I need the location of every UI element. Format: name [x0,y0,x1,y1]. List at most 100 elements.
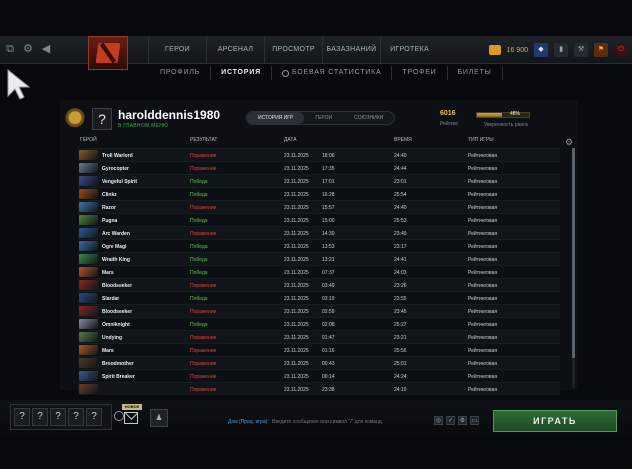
table-row[interactable]: Broodmother Поражение 23.11.2025 00:43 25:01… [78,356,560,369]
subnav-history[interactable]: ИСТОРИЯ [211,66,272,80]
table-row[interactable]: Поражение 23.11.2025 23:38 24:10 Рейтинговая [78,382,560,395]
hero-portrait-icon [79,150,98,160]
table-scrollbar-thumb[interactable] [572,148,575,358]
match-duration: 23:49 [394,231,407,237]
header-game-type[interactable]: ТИП ИГРЫ [468,137,494,143]
chat-window-icon[interactable]: ▭ [470,416,479,425]
table-row[interactable]: Slardar Победа 23.11.2025 03:19 23:55 Рейтинг… [78,291,560,304]
header-duration[interactable]: ВРЕМЯ [394,137,412,143]
notifications-icon[interactable]: ⚑ [594,43,608,57]
party-slots: ? ? ? ? ? [10,404,112,430]
match-clock: 17:01 [322,179,335,185]
nav-heroes[interactable]: ГЕРОИ [148,36,206,64]
party-slot[interactable]: ? [68,408,84,426]
friends-icon[interactable]: ▮ [554,43,568,57]
table-row[interactable]: Mars Победа 23.11.2025 07:37 24:03 Рейтингова… [78,265,560,278]
match-result: Победа [190,192,208,198]
hero-name: Broodmother [102,361,134,367]
match-date: 23.11.2025 [284,231,309,237]
nav-arcade[interactable]: ИГРОТЕКА [380,36,438,64]
table-row[interactable]: Omniknight Победа 23.11.2025 02:08 25:27 Рейт… [78,317,560,330]
subnav-profile[interactable]: ПРОФИЛЬ [150,66,212,80]
subnav-battle-stats-label: БОЕВАЯ СТАТИСТИКА [291,69,382,76]
subnav-tickets[interactable]: БИЛЕТЫ [448,66,503,80]
table-row[interactable]: Troll Warlord Поражение 23.11.2025 18:06 24:… [78,148,560,161]
hero-portrait-icon [79,176,98,186]
bots-icon[interactable]: ♟ [150,409,168,427]
table-scrollbar[interactable] [572,148,575,388]
header-hero[interactable]: ГЕРОЙ [80,137,97,143]
play-button[interactable]: ИГРАТЬ [493,410,617,432]
match-clock: 03:19 [322,296,335,302]
tab-allies[interactable]: СОЮЗНИКИ [343,112,394,124]
table-row[interactable]: Gyrocopter Поражение 23.11.2025 17:35 24:44 Р… [78,161,560,174]
table-row[interactable]: Arc Warden Поражение 23.11.2025 14:30 23:49 Р… [78,226,560,239]
chat-input[interactable]: Введите сообщение или символ "/" для ком… [272,419,428,425]
chat-channel[interactable]: Дом (Пред. игра): [228,419,269,425]
table-row[interactable]: Bloodseeker Поражение 23.11.2025 03:49 23:26… [78,278,560,291]
match-date: 23.11.2025 [284,192,309,198]
shards-icon [488,45,501,55]
tab-heroes[interactable]: ГЕРОИ [304,112,343,124]
hero-portrait-icon [79,384,98,394]
table-row[interactable]: Undying Поражение 23.11.2025 01:47 23:21 Рейт… [78,330,560,343]
table-settings-gear-icon[interactable]: ⚙ [565,137,573,148]
header-result[interactable]: РЕЗУЛЬТАТ [190,137,217,143]
subnav-battle-stats[interactable]: БОЕВАЯ СТАТИСТИКА [272,66,393,80]
match-clock: 13:21 [322,257,335,263]
hero-name: Bloodseeker [102,309,133,315]
party-slot[interactable]: ? [86,408,102,426]
match-duration: 24:41 [394,257,407,263]
windowed-mode-icon[interactable]: ⧉ [4,42,16,56]
dota-logo-button[interactable] [88,36,128,70]
nav-learn[interactable]: БАЗАЗНАНИЙ [322,36,380,64]
match-type: Рейтинговая [468,348,498,354]
power-icon[interactable]: ⏻ [614,43,628,57]
nav-watch[interactable]: ПРОСМОТР [264,36,322,64]
avatar[interactable]: ? [92,108,112,130]
table-row[interactable]: Wraith King Победа 23.11.2025 13:21 24:41 Рей… [78,252,560,265]
mail-button[interactable]: НОВОЕ [122,404,142,428]
table-row[interactable]: Bloodseeker Поражение 23.11.2025 02:59 23:45… [78,304,560,317]
hero-name: Slardar [102,296,120,302]
party-slot[interactable]: ? [50,408,66,426]
dota-plus-icon[interactable]: ◆ [534,43,548,57]
nav-armory[interactable]: АРСЕНАЛ [206,36,264,64]
tools-icon[interactable]: ⚒ [574,43,588,57]
table-row[interactable]: Pugna Победа 23.11.2025 15:00 25:53 Рейтингов… [78,213,560,226]
rank-confidence-bar [476,112,530,118]
tab-match-history[interactable]: ИСТОРИЯ ИГР [247,112,305,124]
match-date: 23.11.2025 [284,309,309,315]
table-row[interactable]: Razor Поражение 23.11.2025 15:57 24:40 Рейтин… [78,200,560,213]
match-clock: 03:49 [322,283,335,289]
hero-name: Troll Warlord [102,153,133,159]
voice-icon[interactable]: ◎ [434,416,443,425]
match-clock: 14:30 [322,231,335,237]
match-date: 23.11.2025 [284,257,309,263]
subnav-trophies[interactable]: ТРОФЕИ [392,66,448,80]
match-date: 23.11.2025 [284,322,309,328]
table-row[interactable]: Ogre Magi Победа 23.11.2025 13:53 23:17 Рейти… [78,239,560,252]
table-row[interactable]: Mars Поражение 23.11.2025 01:16 25:56 Рейтинг… [78,343,560,356]
header-date[interactable]: ДАТА [284,137,297,143]
check-icon[interactable]: ✓ [446,416,455,425]
settings-gear-icon[interactable]: ⚙ [22,42,34,56]
party-slot[interactable]: ? [14,408,30,426]
party-slot[interactable]: ? [32,408,48,426]
table-row[interactable]: Spirit Breaker Поражение 23.11.2025 00:14 24… [78,369,560,382]
table-row[interactable]: Vengeful Spirit Победа 23.11.2025 17:01 23:0… [78,174,560,187]
match-clock: 01:47 [322,335,335,341]
match-date: 23.11.2025 [284,374,309,380]
hero-name: Bloodseeker [102,283,133,289]
hero-portrait-icon [79,215,98,225]
shards-count: 16 900 [506,46,528,54]
status-text: В ГЛАВНОМ МЕНЮ [118,123,169,129]
back-arrow-icon[interactable]: ◀ [40,42,52,56]
match-result: Победа [190,322,208,328]
table-row[interactable]: Clinkz Победа 23.11.2025 16:28 25:54 Рейтинго… [78,187,560,200]
chat-settings-icon[interactable]: ⚙ [458,416,467,425]
hero-name: Arc Warden [102,231,130,237]
match-result: Поражение [190,205,217,211]
hero-name: Mars [102,348,114,354]
match-clock: 00:14 [322,374,335,380]
